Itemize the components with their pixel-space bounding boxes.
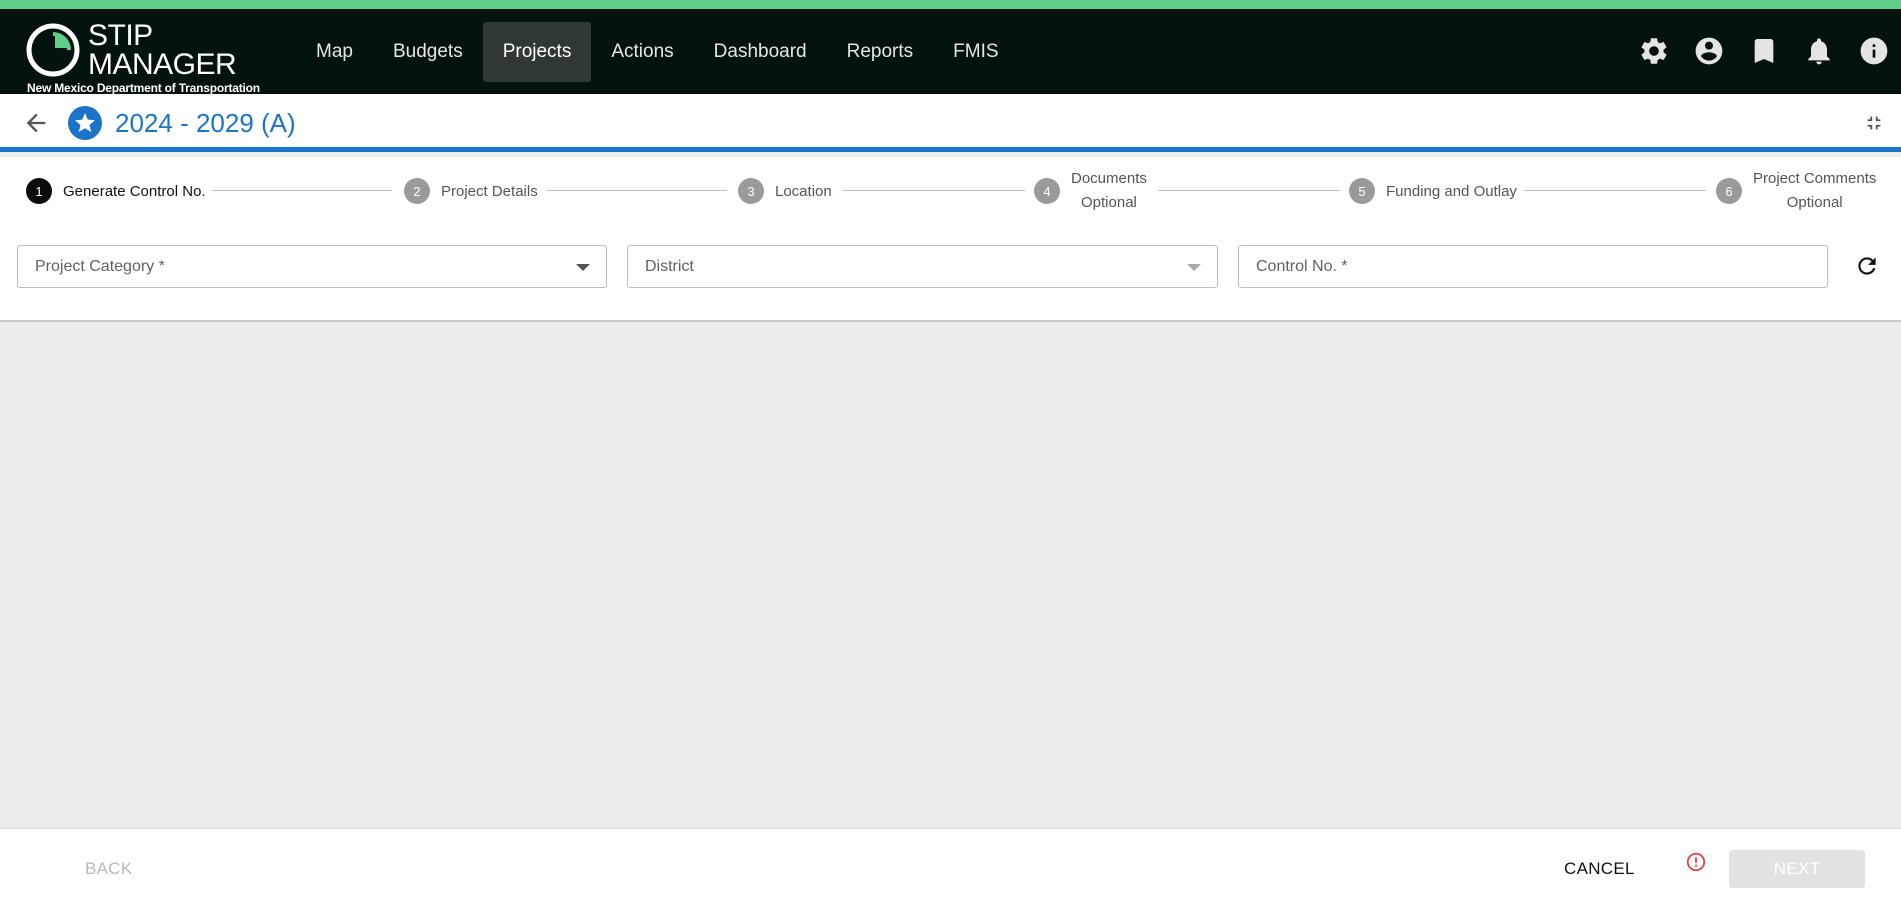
step-connector <box>843 190 1025 191</box>
step-label: Location <box>775 182 832 200</box>
back-arrow-icon[interactable] <box>22 109 50 137</box>
district-placeholder: District <box>645 257 694 275</box>
step-title: Documents <box>1071 170 1147 187</box>
app-subtitle: New Mexico Department of Transportation <box>27 81 260 95</box>
refresh-icon[interactable] <box>1854 253 1880 279</box>
info-button[interactable] <box>1846 31 1901 71</box>
collapse-icon[interactable] <box>1863 112 1885 134</box>
step-label: Documents Optional <box>1071 167 1147 215</box>
step-optional-label: Optional <box>1081 194 1137 211</box>
app-bar: STIP MANAGER New Mexico Department of Tr… <box>0 9 1901 95</box>
project-category-select[interactable]: Project Category * <box>17 245 607 288</box>
project-category-placeholder: Project Category * <box>35 257 165 275</box>
page-title: 2024 - 2029 (A) <box>115 108 296 138</box>
step-number: 1 <box>26 178 52 204</box>
step-number: 6 <box>1716 178 1742 204</box>
nav-item-reports[interactable]: Reports <box>827 22 934 82</box>
dropdown-caret-icon <box>576 264 590 271</box>
step-number: 2 <box>404 178 430 204</box>
step-project-comments[interactable]: 6 Project Comments Optional <box>1716 157 1876 225</box>
nav-item-budgets[interactable]: Budgets <box>373 22 483 82</box>
step-connector <box>212 190 392 191</box>
page-header: 2024 - 2029 (A) <box>0 94 1901 152</box>
favorite-badge[interactable] <box>68 106 102 140</box>
step-connector <box>1524 190 1706 191</box>
logo-pie-icon <box>26 23 80 77</box>
step-label: Project Comments Optional <box>1753 167 1876 215</box>
step-label: Generate Control No. <box>63 182 206 200</box>
control-no-field[interactable]: Control No. * <box>1238 245 1828 288</box>
star-icon <box>75 113 95 132</box>
nav-item-projects[interactable]: Projects <box>482 22 592 82</box>
control-no-placeholder: Control No. * <box>1256 257 1348 275</box>
toolbar-icons <box>1626 31 1901 71</box>
step-connector <box>1158 190 1340 191</box>
app-name: STIP MANAGER <box>88 19 237 81</box>
main-nav: Map Budgets Projects Actions Dashboard R… <box>296 22 1019 82</box>
gear-icon <box>1641 38 1666 64</box>
step-generate-control-no[interactable]: 1 Generate Control No. <box>26 157 206 225</box>
settings-button[interactable] <box>1626 31 1681 71</box>
district-select[interactable]: District <box>627 245 1218 288</box>
step-documents[interactable]: 4 Documents Optional <box>1034 157 1147 225</box>
info-icon <box>1860 37 1887 65</box>
step-number: 3 <box>738 178 764 204</box>
wizard-panel: 1 Generate Control No. 2 Project Details… <box>0 157 1901 322</box>
app-name-line1: STIP <box>88 19 153 52</box>
step-label: Funding and Outlay <box>1386 182 1517 200</box>
nav-item-dashboard[interactable]: Dashboard <box>694 22 827 82</box>
back-button[interactable]: BACK <box>85 859 133 879</box>
dropdown-caret-icon <box>1187 264 1201 271</box>
wizard-footer: BACK CANCEL NEXT <box>0 828 1901 913</box>
step-label: Project Details <box>441 182 538 200</box>
step-project-details[interactable]: 2 Project Details <box>404 157 538 225</box>
brand-stripe <box>0 0 1901 9</box>
app-logo[interactable]: STIP MANAGER New Mexico Department of Tr… <box>26 17 276 95</box>
nav-item-fmis[interactable]: FMIS <box>933 22 1018 82</box>
app-name-line2: MANAGER <box>88 48 237 81</box>
bell-icon <box>1807 38 1830 65</box>
next-button[interactable]: NEXT <box>1729 850 1865 888</box>
step-number: 4 <box>1034 178 1060 204</box>
bookmark-icon <box>1754 39 1773 63</box>
step-number: 5 <box>1349 178 1375 204</box>
error-alert-icon[interactable] <box>1685 851 1707 873</box>
step-optional-label: Optional <box>1786 194 1843 211</box>
step-funding-and-outlay[interactable]: 5 Funding and Outlay <box>1349 157 1517 225</box>
nav-item-map[interactable]: Map <box>296 22 373 82</box>
notifications-button[interactable] <box>1791 31 1846 71</box>
bookmarks-button[interactable] <box>1736 31 1791 71</box>
account-circle-icon <box>1695 37 1722 65</box>
step-location[interactable]: 3 Location <box>738 157 832 225</box>
step-connector <box>547 190 727 191</box>
account-button[interactable] <box>1681 31 1736 71</box>
cancel-button[interactable]: CANCEL <box>1564 859 1635 879</box>
step-title: Project Comments <box>1753 170 1877 187</box>
nav-item-actions[interactable]: Actions <box>591 22 693 82</box>
